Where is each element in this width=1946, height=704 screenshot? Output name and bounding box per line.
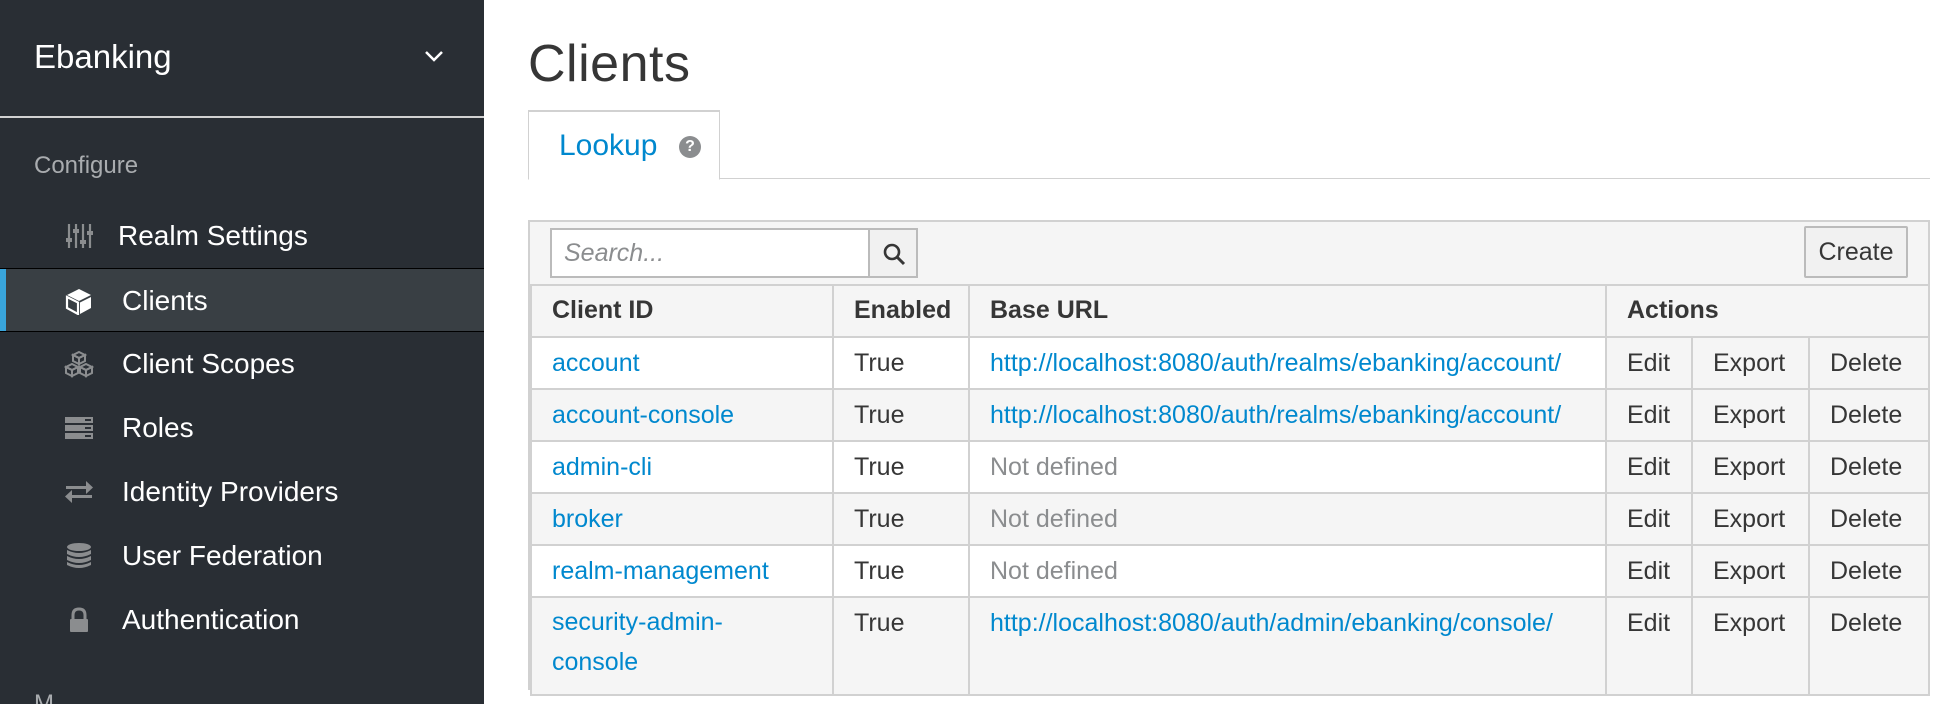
sidebar-item-authentication[interactable]: Authentication xyxy=(0,588,484,652)
sidebar-item-label: Realm Settings xyxy=(118,220,308,251)
page-title: Clients xyxy=(528,35,691,93)
database-icon xyxy=(67,543,91,568)
export-button[interactable]: Export xyxy=(1691,544,1810,598)
client-id-link[interactable]: broker xyxy=(530,492,834,546)
table-row: security-admin-console True http://local… xyxy=(530,596,1930,696)
sidebar-item-realm-settings[interactable]: Realm Settings xyxy=(0,204,484,268)
column-header-enabled[interactable]: Enabled xyxy=(832,284,970,338)
tabs-divider xyxy=(528,178,1930,179)
sidebar: Ebanking Configure Realm Settings Client… xyxy=(0,0,484,704)
realm-selector[interactable]: Ebanking xyxy=(0,0,484,118)
lock-icon xyxy=(70,607,88,632)
tab-label: Lookup xyxy=(559,129,658,162)
base-url-link[interactable]: http://localhost:8080/auth/admin/ebankin… xyxy=(968,596,1607,696)
clients-table-panel: Create Client ID Enabled Base URL Action… xyxy=(528,220,1930,696)
clients-table: Client ID Enabled Base URL Actions accou… xyxy=(530,284,1930,696)
column-header-base-url[interactable]: Base URL xyxy=(968,284,1607,338)
sidebar-item-label: Roles xyxy=(122,412,194,443)
client-id-link[interactable]: realm-management xyxy=(530,544,834,598)
export-button[interactable]: Export xyxy=(1691,596,1810,696)
client-id-line: security-admin- xyxy=(552,608,723,636)
table-row: broker True Not defined Edit Export Dele… xyxy=(530,492,1930,546)
edit-button[interactable]: Edit xyxy=(1605,440,1693,494)
section-title-next: M xyxy=(34,690,54,704)
delete-button[interactable]: Delete xyxy=(1808,544,1930,598)
cube-icon xyxy=(65,289,91,315)
sidebar-item-roles[interactable]: Roles xyxy=(0,396,484,460)
client-id-line: console xyxy=(552,648,639,676)
sidebar-nav: Realm Settings Clients Client Scopes Rol… xyxy=(0,204,484,652)
list-icon xyxy=(65,417,93,439)
main-content: Clients Lookup ? Create Client ID xyxy=(484,0,1946,704)
enabled-cell: True xyxy=(832,492,970,546)
table-header-row: Client ID Enabled Base URL Actions xyxy=(530,284,1930,338)
delete-button[interactable]: Delete xyxy=(1808,388,1930,442)
table-row: admin-cli True Not defined Edit Export D… xyxy=(530,440,1930,494)
enabled-cell: True xyxy=(832,336,970,390)
help-icon[interactable]: ? xyxy=(679,136,701,158)
search-input[interactable] xyxy=(550,228,868,278)
create-button[interactable]: Create xyxy=(1804,226,1908,278)
search-button[interactable] xyxy=(868,228,918,278)
search-icon xyxy=(883,243,906,266)
base-url-cell: Not defined xyxy=(968,440,1607,494)
edit-button[interactable]: Edit xyxy=(1605,388,1693,442)
sidebar-item-identity-providers[interactable]: Identity Providers xyxy=(0,460,484,524)
section-title-configure: Configure xyxy=(34,152,139,179)
sidebar-item-user-federation[interactable]: User Federation xyxy=(0,524,484,588)
export-button[interactable]: Export xyxy=(1691,388,1810,442)
sidebar-item-label: Client Scopes xyxy=(122,348,295,379)
column-header-actions: Actions xyxy=(1605,284,1930,338)
base-url-link[interactable]: http://localhost:8080/auth/realms/ebanki… xyxy=(968,388,1607,442)
column-header-client-id[interactable]: Client ID xyxy=(530,284,834,338)
sliders-icon xyxy=(66,224,93,248)
cubes-icon xyxy=(64,350,94,378)
edit-button[interactable]: Edit xyxy=(1605,492,1693,546)
table-row: account-console True http://localhost:80… xyxy=(530,388,1930,442)
edit-button[interactable]: Edit xyxy=(1605,544,1693,598)
table-row: account True http://localhost:8080/auth/… xyxy=(530,336,1930,390)
export-button[interactable]: Export xyxy=(1691,440,1810,494)
client-id-link[interactable]: admin-cli xyxy=(530,440,834,494)
base-url-link[interactable]: http://localhost:8080/auth/realms/ebanki… xyxy=(968,336,1607,390)
sidebar-item-label: Clients xyxy=(122,285,208,316)
edit-button[interactable]: Edit xyxy=(1605,336,1693,390)
enabled-cell: True xyxy=(832,596,970,696)
table-toolbar: Create xyxy=(530,222,1928,286)
sidebar-item-label: Identity Providers xyxy=(122,476,339,507)
enabled-cell: True xyxy=(832,388,970,442)
client-id-link[interactable]: account xyxy=(530,336,834,390)
delete-button[interactable]: Delete xyxy=(1808,596,1930,696)
exchange-icon xyxy=(65,481,93,503)
base-url-cell: Not defined xyxy=(968,492,1607,546)
delete-button[interactable]: Delete xyxy=(1808,440,1930,494)
table-row: realm-management True Not defined Edit E… xyxy=(530,544,1930,598)
enabled-cell: True xyxy=(832,440,970,494)
enabled-cell: True xyxy=(832,544,970,598)
sidebar-item-client-scopes[interactable]: Client Scopes xyxy=(0,332,484,396)
realm-name: Ebanking xyxy=(34,38,172,75)
client-id-link[interactable]: security-admin-console xyxy=(530,596,834,696)
edit-button[interactable]: Edit xyxy=(1605,596,1693,696)
delete-button[interactable]: Delete xyxy=(1808,336,1930,390)
sidebar-item-label: Authentication xyxy=(122,604,300,635)
tab-lookup[interactable]: Lookup ? xyxy=(528,110,720,180)
delete-button[interactable]: Delete xyxy=(1808,492,1930,546)
chevron-down-icon xyxy=(425,51,443,62)
base-url-cell: Not defined xyxy=(968,544,1607,598)
client-id-link[interactable]: account-console xyxy=(530,388,834,442)
sidebar-item-label: User Federation xyxy=(122,540,323,571)
sidebar-item-clients[interactable]: Clients xyxy=(0,268,484,332)
export-button[interactable]: Export xyxy=(1691,492,1810,546)
export-button[interactable]: Export xyxy=(1691,336,1810,390)
